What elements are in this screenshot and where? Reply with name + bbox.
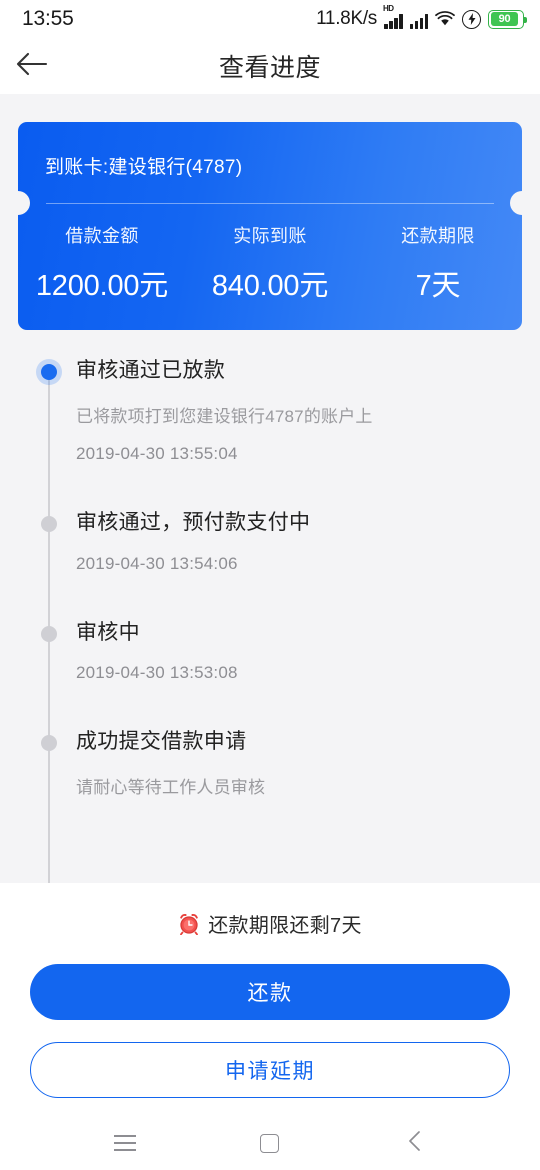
repay-button[interactable]: 还款 (30, 964, 510, 1020)
battery-percent-label: 90 (490, 12, 519, 26)
loan-stats-row: 借款金额 1200.00元 实际到账 840.00元 还款期限 7天 (18, 222, 522, 304)
remaining-term-text: 还款期限还剩7天 (208, 915, 362, 937)
timeline-title: 审核通过已放款 (76, 359, 226, 382)
stat-actual-received: 实际到账 840.00元 (186, 222, 354, 304)
signal-icon (409, 9, 428, 29)
home-square-icon (260, 1133, 280, 1153)
loan-summary-card: 到账卡:建设银行(4787) 借款金额 1200.00元 实际到账 840.00… (18, 122, 522, 330)
network-speed-label: 11.8K/s (316, 8, 377, 29)
card-notch-left (18, 191, 30, 215)
stat-value: 1200.00元 (35, 270, 169, 302)
status-time: 13:55 (22, 7, 74, 30)
timeline-item: 成功提交借款申请 请耐心等待工作人员审核 (40, 729, 540, 844)
stat-loan-amount: 借款金额 1200.00元 (18, 222, 186, 304)
timeline-desc: 已将款项打到您建设银行4787的账户上 (76, 407, 373, 427)
stat-label: 实际到账 (233, 226, 307, 246)
nav-back-button[interactable] (385, 1116, 445, 1170)
stat-value: 840.00元 (211, 270, 329, 302)
system-nav-bar (0, 1116, 540, 1170)
timeline-time: 2019-04-30 13:54:06 (76, 553, 238, 573)
timeline-dot (40, 734, 57, 751)
alarm-clock-icon (178, 913, 200, 935)
timeline-item: 审核中 2019-04-30 13:53:08 (40, 620, 540, 729)
status-icons-group: 11.8K/s HD 90 (316, 5, 527, 30)
timeline-item: 审核通过已放款 已将款项打到您建设银行4787的账户上 2019-04-30 1… (40, 358, 540, 510)
apply-extension-button[interactable]: 申请延期 (30, 1042, 510, 1098)
stat-value: 7天 (415, 270, 461, 302)
bottom-action-panel: 还款期限还剩7天 还款 申请延期 (0, 883, 540, 1116)
battery-icon: 90 (488, 9, 527, 29)
timeline-dot (40, 516, 57, 533)
flash-charging-icon (462, 9, 481, 29)
wifi-icon (435, 11, 455, 27)
stat-label: 借款金额 (65, 226, 139, 246)
timeline-dot (40, 625, 57, 642)
timeline-time: 2019-04-30 13:55:04 (76, 444, 238, 464)
stat-repay-term: 还款期限 7天 (354, 222, 522, 304)
signal-hd-icon: HD (383, 5, 403, 29)
status-bar: 13:55 11.8K/s HD 90 (0, 0, 540, 38)
timeline-time: 2019-04-30 13:53:08 (76, 662, 238, 682)
page-title: 查看进度 (218, 54, 321, 82)
remaining-term-row: 还款期限还剩7天 (30, 909, 510, 938)
timeline-title: 成功提交借款申请 (76, 729, 247, 753)
nav-home-button[interactable] (240, 1116, 300, 1170)
progress-timeline: 审核通过已放款 已将款项打到您建设银行4787的账户上 2019-04-30 1… (0, 358, 540, 884)
timeline-title: 审核中 (76, 620, 140, 644)
nav-back-chevron-icon (407, 1130, 423, 1157)
timeline-dot-active (40, 364, 57, 380)
receiving-card-label: 到账卡:建设银行(4787) (45, 157, 243, 178)
card-notch-right (510, 191, 522, 215)
timeline-item: 审核通过，预付款支付中 2019-04-30 13:54:06 (40, 510, 540, 619)
stat-label: 还款期限 (401, 226, 475, 246)
hd-label: HD (383, 4, 394, 13)
timeline-title: 审核通过，预付款支付中 (76, 511, 311, 535)
app-header: 查看进度 (0, 38, 540, 94)
menu-recents-icon (113, 1135, 136, 1151)
nav-recents-button[interactable] (95, 1116, 155, 1170)
timeline-desc: 请耐心等待工作人员审核 (76, 778, 266, 797)
card-divider (46, 203, 494, 204)
